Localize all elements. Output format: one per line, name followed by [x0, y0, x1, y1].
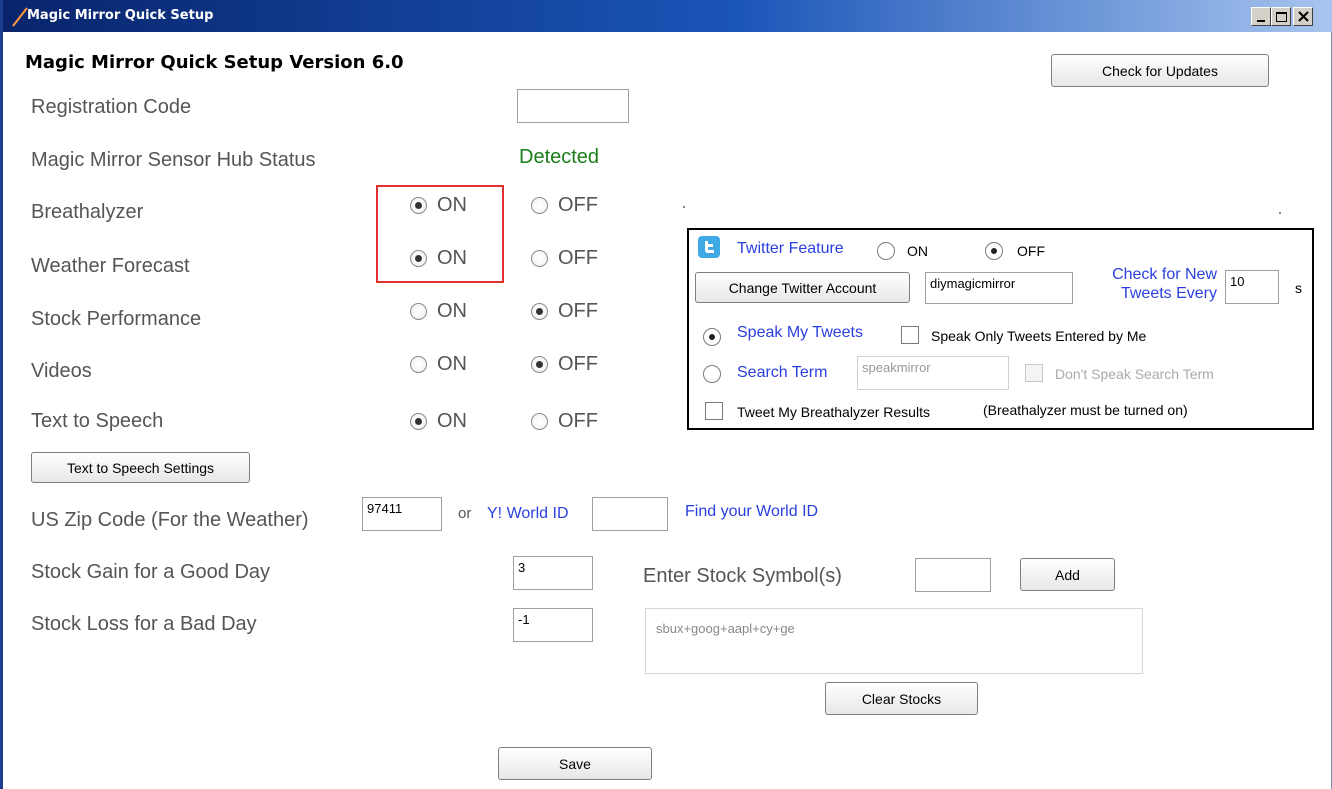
check-interval-line2: Tweets Every: [1120, 285, 1217, 302]
world-id-input[interactable]: [592, 497, 668, 531]
dont-speak-search-checkbox[interactable]: [1025, 364, 1043, 382]
speak-only-mine-checkbox[interactable]: [901, 326, 919, 344]
radio-selected-icon: [410, 413, 427, 430]
minimize-button[interactable]: [1251, 7, 1271, 26]
tweet-breathalyzer-checkbox[interactable]: [705, 402, 723, 420]
twitter-on-label: ON: [907, 243, 928, 259]
weather-off-radio[interactable]: OFF: [531, 247, 598, 270]
radio-label: OFF: [558, 247, 598, 269]
feature-label-tts: Text to Speech: [31, 410, 164, 432]
close-button[interactable]: [1293, 7, 1313, 26]
radio-unselected-icon: [531, 197, 548, 214]
zip-code-label: US Zip Code (For the Weather): [31, 509, 309, 531]
registration-code-input[interactable]: [517, 89, 629, 123]
minimize-icon: [1257, 20, 1265, 22]
twitter-off-label: OFF: [1017, 243, 1045, 259]
zip-code-input[interactable]: 97411: [362, 497, 442, 531]
twitter-panel: Twitter Feature ON OFF Change Twitter Ac…: [687, 228, 1314, 430]
stock-loss-label: Stock Loss for a Bad Day: [31, 613, 257, 635]
videos-off-radio[interactable]: OFF: [531, 353, 598, 376]
check-interval-line1: Check for New: [1112, 266, 1217, 283]
twitter-feature-label: Twitter Feature: [737, 240, 844, 257]
find-world-id-link[interactable]: Find your World ID: [685, 503, 818, 521]
radio-label: OFF: [558, 300, 598, 322]
twitter-icon: [698, 236, 720, 258]
app-title: Magic Mirror Quick Setup Version 6.0: [25, 52, 404, 73]
breathalyzer-off-radio[interactable]: OFF: [531, 194, 598, 217]
clear-stocks-button[interactable]: Clear Stocks: [825, 682, 978, 715]
feature-label-breathalyzer: Breathalyzer: [31, 201, 144, 223]
world-id-label: Y! World ID: [487, 505, 569, 522]
window-title: Magic Mirror Quick Setup: [27, 8, 214, 23]
interval-unit-label: s: [1295, 280, 1302, 296]
stock-off-radio[interactable]: OFF: [531, 300, 598, 323]
stock-gain-input[interactable]: 3: [513, 556, 593, 590]
stock-symbol-input[interactable]: [915, 558, 991, 592]
tweet-breathalyzer-note: (Breathalyzer must be turned on): [983, 402, 1188, 418]
stock-list-textarea[interactable]: sbux+goog+aapl+cy+ge: [645, 608, 1143, 674]
radio-label: ON: [437, 353, 467, 375]
tts-off-radio[interactable]: OFF: [531, 410, 598, 433]
radio-unselected-icon: [410, 356, 427, 373]
tweet-breathalyzer-label: Tweet My Breathalyzer Results: [737, 404, 930, 420]
maximize-icon: [1276, 12, 1287, 22]
stock-gain-label: Stock Gain for a Good Day: [31, 561, 271, 583]
stock-on-radio[interactable]: ON: [410, 300, 467, 323]
save-button[interactable]: Save: [498, 747, 652, 780]
divider-dot: [1279, 212, 1281, 214]
speak-only-mine-label: Speak Only Tweets Entered by Me: [931, 328, 1147, 344]
maximize-button[interactable]: [1271, 7, 1291, 26]
tts-settings-button[interactable]: Text to Speech Settings: [31, 452, 250, 483]
search-term-radio[interactable]: [703, 365, 721, 383]
stock-loss-input[interactable]: -1: [513, 608, 593, 642]
videos-on-radio[interactable]: ON: [410, 353, 467, 376]
twitter-account-input[interactable]: diymagicmirror: [925, 272, 1073, 304]
highlight-box: [376, 185, 504, 283]
feature-label-stock: Stock Performance: [31, 308, 202, 330]
check-interval-label: Check for New Tweets Every: [1091, 265, 1217, 303]
radio-unselected-icon: [410, 303, 427, 320]
divider-dot: [683, 206, 685, 208]
radio-label: ON: [437, 300, 467, 322]
radio-label: OFF: [558, 194, 598, 216]
change-twitter-account-button[interactable]: Change Twitter Account: [695, 272, 910, 303]
twitter-off-radio[interactable]: [985, 242, 1003, 260]
radio-label: ON: [437, 410, 467, 432]
close-icon: [1298, 11, 1309, 22]
dont-speak-search-label: Don't Speak Search Term: [1055, 366, 1214, 382]
add-stock-button[interactable]: Add: [1020, 558, 1115, 591]
feature-label-videos: Videos: [31, 360, 92, 382]
search-term-label: Search Term: [737, 364, 828, 381]
radio-unselected-icon: [531, 413, 548, 430]
tts-on-radio[interactable]: ON: [410, 410, 467, 433]
radio-label: OFF: [558, 410, 598, 432]
or-label: or: [458, 505, 472, 522]
radio-unselected-icon: [531, 250, 548, 267]
radio-label: OFF: [558, 353, 598, 375]
check-updates-button[interactable]: Check for Updates: [1051, 54, 1269, 87]
sensor-hub-label: Magic Mirror Sensor Hub Status: [31, 149, 316, 171]
radio-selected-icon: [531, 356, 548, 373]
title-bar: Magic Mirror Quick Setup: [3, 0, 1332, 32]
twitter-on-radio[interactable]: [877, 242, 895, 260]
feature-label-weather: Weather Forecast: [31, 255, 190, 277]
sensor-hub-status: Detected: [519, 146, 600, 168]
check-interval-input[interactable]: 10: [1225, 270, 1279, 304]
registration-label: Registration Code: [31, 96, 192, 118]
search-term-input[interactable]: speakmirror: [857, 356, 1009, 390]
stock-symbol-label: Enter Stock Symbol(s): [643, 565, 842, 587]
speak-my-tweets-label: Speak My Tweets: [737, 324, 863, 341]
radio-selected-icon: [531, 303, 548, 320]
speak-my-tweets-radio[interactable]: [703, 328, 721, 346]
app-window: Magic Mirror Quick Setup Magic Mirror Qu…: [0, 0, 1332, 789]
